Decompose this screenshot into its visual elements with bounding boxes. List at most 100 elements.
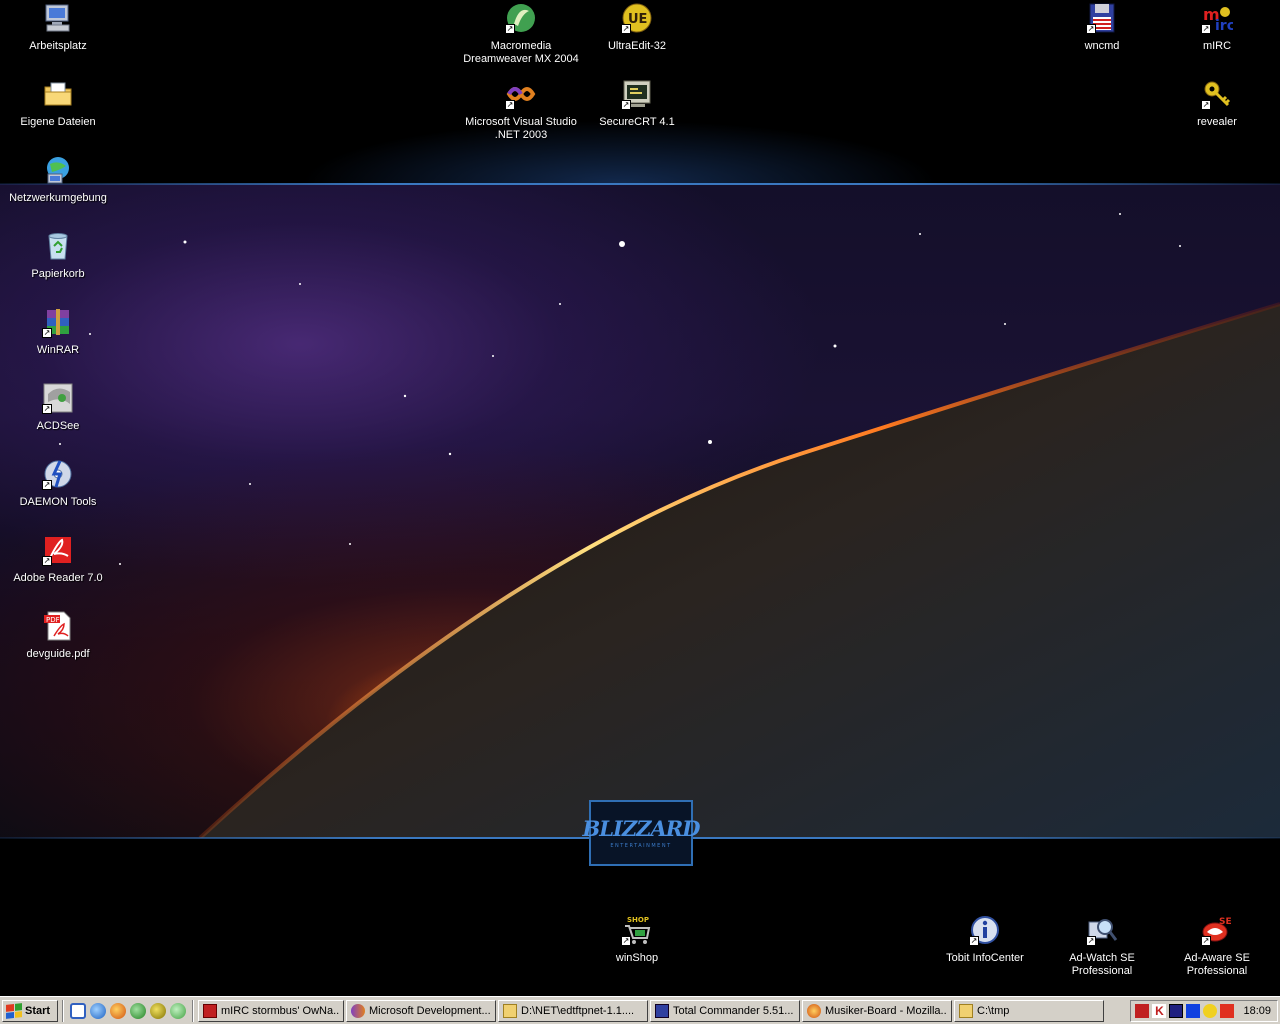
desktop-icon-securecrt[interactable]: ↗ SecureCRT 4.1	[579, 78, 695, 129]
shortcut-arrow-icon: ↗	[42, 480, 52, 490]
desktop-wallpaper: BLIZZARD ENTERTAINMENT	[0, 0, 1280, 996]
desktop-icon-ad-aware[interactable]: SE ↗ Ad-Aware SE Professional	[1159, 914, 1275, 978]
desktop-icon-label: winShop	[615, 952, 659, 964]
floppy-disk-icon: ↗	[1086, 2, 1118, 34]
shortcut-arrow-icon: ↗	[1201, 24, 1211, 34]
desktop-icon-label: devguide.pdf	[26, 648, 90, 660]
taskbar-button-label: Total Commander 5.51...	[673, 1004, 794, 1017]
desktop-icon-devguide-pdf[interactable]: PDF devguide.pdf	[0, 610, 116, 661]
wallpaper-glow	[300, 120, 940, 184]
desktop-icon-winshop[interactable]: SHOP ↗ winShop	[579, 914, 695, 965]
key-icon: ↗	[1201, 78, 1233, 110]
k-tray-icon[interactable]: K	[1152, 1003, 1167, 1018]
desktop-icon-label: ACDSee	[36, 420, 80, 432]
desktop-icon-label: Macromedia Dreamweaver MX 2004	[463, 40, 579, 65]
winrar-icon: ↗	[42, 306, 74, 338]
shopping-cart-icon: SHOP ↗	[621, 914, 653, 946]
mirc-icon: m irc ↗	[1201, 2, 1233, 34]
start-button-label: Start	[25, 1004, 51, 1017]
desktop-icon-tobit-infocenter[interactable]: ↗ Tobit InfoCenter	[927, 914, 1043, 965]
desktop-icon-ad-watch[interactable]: ↗ Ad-Watch SE Professional	[1044, 914, 1160, 978]
network-tool-icon[interactable]	[130, 1002, 146, 1019]
mirc-icon	[203, 1003, 217, 1018]
desktop-icon-netzwerkumgebung[interactable]: Netzwerkumgebung	[0, 154, 116, 205]
taskbar-button-explorer-tmp[interactable]: C:\tmp	[954, 999, 1104, 1022]
desktop-icon-daemon-tools[interactable]: ↗ DAEMON Tools	[0, 458, 116, 509]
desktop-icon-acdsee[interactable]: ↗ ACDSee	[0, 382, 116, 433]
desktop-icon-adobe-reader[interactable]: ↗ Adobe Reader 7.0	[0, 534, 116, 585]
play-tray-icon[interactable]	[1186, 1003, 1201, 1018]
desktop-icon-revealer[interactable]: ↗ revealer	[1159, 78, 1275, 129]
wallpaper-planet	[59, 213, 1280, 838]
mirc-tray-icon[interactable]	[1135, 1003, 1150, 1018]
desktop-icon-label: Ad-Aware SE Professional	[1184, 952, 1250, 977]
desktop-icon-label: WinRAR	[36, 344, 80, 356]
firefox-icon[interactable]	[110, 1002, 126, 1019]
shortcut-arrow-icon: ↗	[505, 100, 515, 110]
shortcut-arrow-icon: ↗	[42, 328, 52, 338]
desktop-icon-label: Ad-Watch SE Professional	[1069, 952, 1135, 977]
desktop-icon-dreamweaver[interactable]: ↗ Macromedia Dreamweaver MX 2004	[463, 2, 579, 66]
recycle-bin-icon	[42, 230, 74, 262]
info-icon: ↗	[969, 914, 1001, 946]
show-desktop-icon[interactable]	[70, 1002, 86, 1019]
media-tray-icon[interactable]	[1169, 1003, 1184, 1018]
internet-explorer-icon[interactable]	[90, 1002, 106, 1019]
folder-icon	[503, 1003, 517, 1018]
network-icon	[42, 154, 74, 186]
taskbar-button-label: Musiker-Board - Mozilla...	[825, 1004, 947, 1017]
desktop-icon-label: SecureCRT 4.1	[599, 116, 675, 128]
shortcut-arrow-icon: ↗	[1201, 936, 1211, 946]
shortcut-arrow-icon: ↗	[1086, 24, 1096, 34]
messenger-tray-icon[interactable]	[1203, 1003, 1218, 1018]
desktop-icon-label: Netzwerkumgebung	[9, 192, 107, 204]
desktop-icon-label: Microsoft Visual Studio .NET 2003	[465, 116, 577, 141]
desktop-icon-wncmd[interactable]: ↗ wncmd	[1044, 2, 1160, 53]
desktop-icon-visual-studio[interactable]: ↗ Microsoft Visual Studio .NET 2003	[463, 78, 579, 142]
visual-studio-icon: ↗	[505, 78, 537, 110]
shortcut-arrow-icon: ↗	[1201, 100, 1211, 110]
desktop-icon-label: Arbeitsplatz	[29, 40, 87, 52]
svg-text:irc: irc	[1215, 18, 1233, 34]
desktop-icon-label: mIRC	[1202, 40, 1232, 52]
winamp-icon[interactable]	[150, 1002, 166, 1019]
adobe-reader-icon: ↗	[42, 534, 74, 566]
shortcut-arrow-icon: ↗	[969, 936, 979, 946]
desktop-icon-winrar[interactable]: ↗ WinRAR	[0, 306, 116, 357]
computer-icon	[42, 2, 74, 34]
desktop-icon-mirc[interactable]: m irc ↗ mIRC	[1159, 2, 1275, 53]
taskbar-separator	[192, 999, 194, 1022]
desktop-icon-papierkorb[interactable]: Papierkorb	[0, 230, 116, 281]
shortcut-arrow-icon: ↗	[1086, 936, 1096, 946]
taskbar-button-explorer-edtftpnet[interactable]: D:\NET\edtftpnet-1.1....	[498, 999, 648, 1022]
taskbar-button-visual-studio[interactable]: Microsoft Development...	[346, 999, 496, 1022]
firefox-icon	[807, 1003, 821, 1018]
clock[interactable]: 18:09	[1243, 1005, 1271, 1017]
pdf-file-icon: PDF	[42, 610, 74, 642]
taskbar-button-total-commander[interactable]: Total Commander 5.51...	[650, 999, 800, 1022]
blizzard-logo-text: BLIZZARD	[582, 815, 701, 841]
taskbar-button-mirc[interactable]: mIRC stormbus' OwNa...	[198, 999, 344, 1022]
ad-aware-icon: SE ↗	[1201, 914, 1233, 946]
desktop-icon-ultraedit[interactable]: UE ↗ UltraEdit-32	[579, 2, 695, 53]
shortcut-arrow-icon: ↗	[621, 936, 631, 946]
desktop-icon-label: Eigene Dateien	[20, 116, 96, 128]
svg-text:SHOP: SHOP	[627, 916, 649, 924]
visual-studio-icon	[351, 1003, 365, 1018]
daemon-tools-icon: ↗	[42, 458, 74, 490]
desktop-icon-label: Tobit InfoCenter	[946, 952, 1024, 964]
desktop-icon-eigene-dateien[interactable]: Eigene Dateien	[0, 78, 116, 129]
desktop-icon-arbeitsplatz[interactable]: Arbeitsplatz	[0, 2, 116, 53]
taskbar-button-label: C:\tmp	[977, 1004, 1010, 1017]
start-button[interactable]: Start	[2, 999, 58, 1022]
dreamweaver-quicklaunch-icon[interactable]	[170, 1002, 186, 1019]
desktop-icon-label: revealer	[1197, 116, 1237, 128]
taskbar-button-label: Microsoft Development...	[369, 1004, 491, 1017]
system-tray: K 18:09	[1130, 999, 1278, 1022]
taskbar-button-mozilla[interactable]: Musiker-Board - Mozilla...	[802, 999, 952, 1022]
blizzard-logo-subtext: ENTERTAINMENT	[610, 842, 672, 849]
antivirus-tray-icon[interactable]	[1220, 1003, 1235, 1018]
desktop-icon-label: wncmd	[1084, 40, 1120, 52]
magnifier-icon: ↗	[1086, 914, 1118, 946]
desktop-icon-label: Papierkorb	[31, 268, 85, 280]
